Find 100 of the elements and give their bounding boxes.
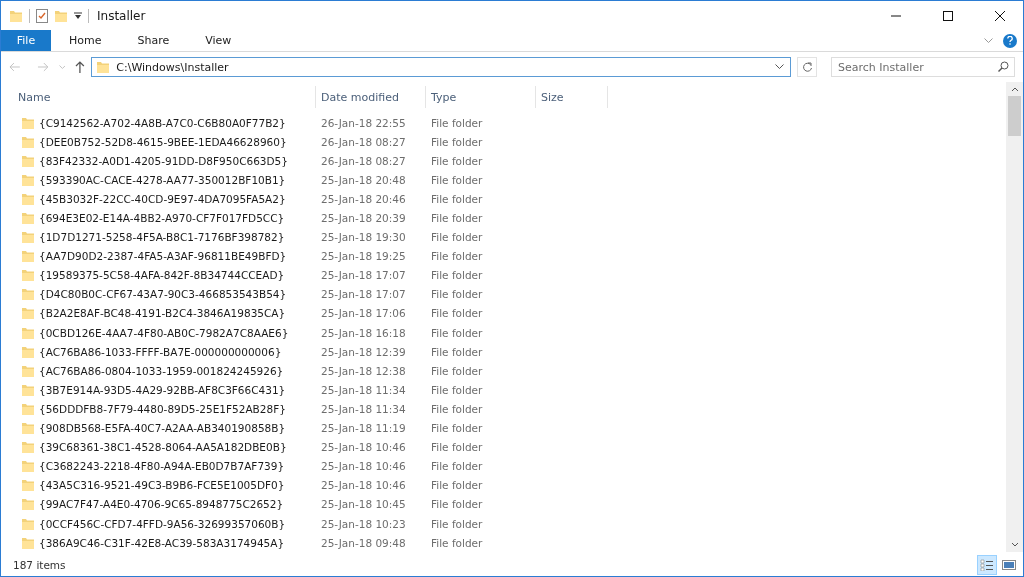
date-cell-text: 26-Jan-18 22:55: [320, 116, 407, 129]
close-icon: [995, 10, 1005, 21]
item-count: 187 items: [13, 559, 66, 571]
folder-icon: [21, 115, 35, 130]
date-cell-text: 25-Jan-18 10:23: [320, 517, 407, 530]
date-cell-text: 25-Jan-18 11:19: [320, 422, 407, 435]
help-icon[interactable]: [1003, 33, 1017, 48]
folder-icon: [21, 268, 35, 283]
refresh-button[interactable]: [797, 57, 817, 77]
file-name[interactable]: {56DDDFB8-7F79-4480-89D5-25E1F52AB28F}: [39, 402, 286, 415]
file-name[interactable]: {0CCF456C-CFD7-4FFD-9A56-32699357060B}: [39, 517, 286, 530]
ribbon-tab[interactable]: View: [187, 30, 250, 51]
type-cell-text: File folder: [430, 498, 484, 511]
folder-icon: [21, 382, 35, 397]
type-cell-text: File folder: [430, 269, 484, 282]
file-name[interactable]: {99AC7F47-A4E0-4706-9C65-8948775C2652}: [39, 498, 284, 511]
customize-arrow-icon[interactable]: [74, 11, 82, 20]
date-cell-text: 25-Jan-18 20:39: [320, 212, 407, 224]
folder-icon: [21, 478, 35, 493]
ribbon-tab[interactable]: File: [1, 30, 51, 51]
date-cell-text: 25-Jan-18 11:34: [320, 383, 407, 396]
date-cell-text: 26-Jan-18 08:27: [320, 135, 407, 148]
type-cell-text: File folder: [430, 231, 484, 244]
column-header[interactable]: Type: [426, 86, 536, 108]
file-name[interactable]: {AA7D90D2-2387-4FA5-A3AF-96811BE49BFD}: [39, 250, 287, 263]
address-text: C:\Windows\Installer: [116, 60, 230, 74]
details-view-button[interactable]: [977, 555, 997, 575]
file-name[interactable]: {0CBD126E-4AA7-4F80-AB0C-7982A7C8AAE6}: [39, 326, 289, 339]
folder-icon: [21, 363, 35, 378]
folder-icon: [21, 153, 35, 168]
ribbon-tab[interactable]: Home: [51, 30, 120, 51]
folder-icon: [21, 287, 35, 302]
date-cell-text: 25-Jan-18 10:46: [320, 479, 407, 492]
refresh-icon: [801, 61, 813, 73]
date-cell-text: 25-Jan-18 09:48: [320, 536, 407, 549]
date-cell-text: 25-Jan-18 10:45: [320, 498, 407, 511]
file-name[interactable]: {D4C80B0C-CF67-43A7-90C3-466853543B54}: [39, 288, 287, 301]
type-cell-text: File folder: [430, 173, 484, 186]
type-cell-text: File folder: [430, 307, 484, 320]
date-cell-text: 25-Jan-18 20:46: [320, 192, 407, 205]
type-cell-text: File folder: [430, 116, 484, 129]
date-cell-text: 25-Jan-18 17:06: [320, 307, 407, 320]
file-name[interactable]: {83F42332-A0D1-4205-91DD-D8F950C663D5}: [39, 154, 288, 167]
file-name[interactable]: {908DB568-E5FA-40C7-A2AA-AB340190858B}: [39, 422, 286, 435]
folder-icon: [21, 516, 35, 531]
scrollbar[interactable]: [1006, 82, 1023, 552]
folder-icon: [21, 440, 35, 455]
file-name[interactable]: {593390AC-CACE-4278-AA77-350012BF10B1}: [39, 173, 286, 186]
search-icon[interactable]: [998, 61, 1009, 72]
type-cell-text: File folder: [430, 460, 484, 473]
type-cell-text: File folder: [430, 383, 484, 396]
file-name[interactable]: {19589375-5C58-4AFA-842F-8B34744CCEAD}: [39, 269, 285, 282]
column-header[interactable]: Size: [536, 86, 608, 108]
type-cell-text: File folder: [430, 154, 484, 167]
type-cell-text: File folder: [430, 536, 484, 549]
file-name[interactable]: {AC76BA86-0804-1033-1959-001824245926}: [39, 364, 284, 377]
search-field[interactable]: Search Installer: [831, 57, 1015, 77]
type-cell-text: File folder: [430, 212, 484, 224]
maximize-icon: [943, 10, 953, 21]
file-name[interactable]: {AC76BA86-1033-FFFF-BA7E-000000000006}: [39, 345, 282, 358]
file-name[interactable]: {386A9C46-C31F-42E8-AC39-583A3174945A}: [39, 536, 285, 549]
folder-icon: [96, 60, 111, 74]
column-header[interactable]: Name: [9, 86, 316, 108]
type-cell-text: File folder: [430, 364, 484, 377]
file-name[interactable]: {DEE0B752-52D8-4615-9BEE-1EDA46628960}: [39, 135, 287, 148]
date-cell-text: 25-Jan-18 16:18: [320, 326, 407, 339]
date-cell-text: 25-Jan-18 10:46: [320, 460, 407, 473]
column-header[interactable]: Date modified: [316, 86, 426, 108]
up-arrow-icon[interactable]: [75, 61, 86, 73]
window-title: Installer: [97, 8, 147, 23]
folder-icon: [21, 401, 35, 416]
file-name[interactable]: {B2A2E8AF-BC48-4191-B2C4-3846A19835CA}: [39, 307, 286, 320]
file-name[interactable]: {43A5C316-9521-49C3-B9B6-FCE5E1005DF0}: [39, 479, 285, 492]
date-cell-text: 26-Jan-18 08:27: [320, 154, 407, 167]
folder-icon: [21, 497, 35, 512]
folder-icon: [21, 535, 35, 550]
file-name[interactable]: {45B3032F-22CC-40CD-9E97-4DA7095FA5A2}: [39, 192, 286, 205]
properties-icon[interactable]: [36, 8, 48, 23]
file-name[interactable]: {3B7E914A-93D5-4A29-92BB-AF8C3F66C431}: [39, 383, 286, 396]
file-name[interactable]: {C3682243-2218-4F80-A94A-EB0D7B7AF739}: [39, 460, 285, 473]
scroll-thumb[interactable]: [1008, 96, 1021, 136]
date-cell-text: 25-Jan-18 20:48: [320, 173, 407, 186]
date-cell-text: 25-Jan-18 17:07: [320, 269, 407, 282]
folder-icon: [21, 249, 35, 264]
type-cell-text: File folder: [430, 326, 484, 339]
type-cell-text: File folder: [430, 250, 484, 263]
ribbon-tab[interactable]: Share: [119, 30, 188, 51]
date-cell-text: 25-Jan-18 12:38: [320, 364, 407, 377]
folder-icon: [21, 134, 35, 149]
address-bar[interactable]: C:\Windows\Installer: [91, 57, 792, 77]
expand-ribbon-icon[interactable]: [984, 37, 993, 44]
folder-icon: [21, 230, 35, 245]
file-name[interactable]: {1D7D1271-5258-4F5A-B8C1-7176BF398782}: [39, 231, 285, 244]
date-cell-text: 25-Jan-18 10:46: [320, 441, 407, 454]
file-name[interactable]: {C9142562-A702-4A8B-A7C0-C6B80A0F77B2}: [39, 116, 286, 129]
thumbnail-icon: [1002, 560, 1016, 570]
folder-icon: [21, 211, 35, 225]
date-cell-text: 25-Jan-18 17:07: [320, 288, 407, 301]
file-name[interactable]: {694E3E02-E14A-4BB2-A970-CF7F017FD5CC}: [39, 212, 285, 224]
file-name[interactable]: {39C68361-38C1-4528-8064-AA5A182DBE0B}: [39, 441, 287, 454]
